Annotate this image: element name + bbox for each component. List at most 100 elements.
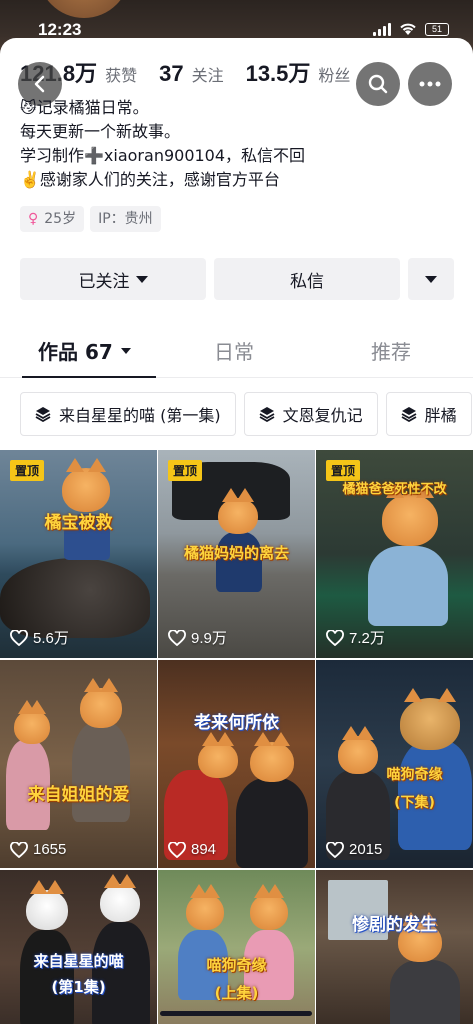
collection-label: 来自星星的喵 (第一集) [59,406,221,425]
collection-stack-icon [35,407,51,422]
video-thumbnail[interactable]: 来自星星的喵 (第1集) [0,870,157,1024]
like-count-text: 2015 [349,841,383,858]
like-count-text: 7.2万 [349,630,385,647]
like-count: 9.9万 [168,627,227,648]
signal-icon [373,22,391,36]
heart-icon [10,841,28,858]
cat-head-shape [80,678,122,728]
tab-works-label: 作品 67 [38,340,113,364]
video-caption: 惨剧的发生 [352,915,437,935]
video-thumbnail[interactable]: 喵狗奇缘 (上集) [158,870,315,1024]
status-time: 12:23 [38,20,82,39]
dog-head-shape [400,688,460,750]
cat-head-shape [198,732,238,778]
video-thumbnail[interactable]: 置顶 橘宝被救 5.6万 [0,450,157,658]
wifi-icon [400,23,416,35]
back-icon [34,75,45,93]
video-caption: 来自星星的喵 [33,952,124,970]
heart-icon [168,629,186,646]
tab-underline [22,376,156,378]
likes-label[interactable]: 获赞 [105,62,137,86]
like-count: 2015 [326,841,382,858]
content-tabs: 作品 67 日常 推荐 [0,322,473,378]
profile-bio: 😼记录橘猫日常。 每天更新一个新故事。 学习制作➕xiaoran900104，私… [20,96,460,192]
tab-works[interactable]: 作品 67 [38,336,131,365]
video-grid: 置顶 橘宝被救 5.6万 置顶 橘猫妈妈的离去 9.9万 置顶 橘猫爸爸死性不改… [0,450,473,1024]
collection-label: 文恩复仇记 [282,406,363,425]
collection-chip[interactable]: 胖橘 [385,392,472,436]
video-caption: 橘猫妈妈的离去 [183,544,289,562]
more-icon [419,81,441,87]
age-tag: ♀ 25岁 [20,206,85,232]
cat-body-shape [368,546,448,626]
video-thumbnail[interactable]: 置顶 橘猫爸爸死性不改 7.2万 [316,450,473,658]
pinned-badge: 置顶 [10,460,45,481]
video-thumbnail[interactable]: 置顶 橘猫妈妈的离去 9.9万 [158,450,315,658]
caret-down-icon [425,275,437,283]
video-caption: 来自姐姐的爱 [27,785,130,805]
collection-stack-icon [401,407,417,422]
following-label[interactable]: 关注 [192,62,224,86]
ip-tag: IP：贵州 [90,206,161,232]
collection-label: 胖橘 [424,406,457,425]
cat-head-shape [250,884,288,930]
followers-count[interactable]: 13.5万 [246,56,311,88]
more-options-button[interactable] [408,258,454,300]
cat-head-shape [26,880,68,930]
collection-chips: 来自星星的喵 (第一集) 文恩复仇记 胖橘 [20,392,473,436]
message-button[interactable]: 私信 [214,258,400,300]
cat-head-shape [100,874,140,922]
cover-image [38,0,130,18]
collection-chip[interactable]: 文恩复仇记 [243,392,378,436]
video-thumbnail[interactable]: 老来何所依 894 [158,660,315,868]
bio-line: 学习制作➕xiaoran900104，私信不回 [20,146,306,165]
video-caption: 老来何所依 [194,713,279,733]
female-icon: ♀ [28,211,39,227]
collection-stack-icon [259,407,275,422]
video-thumbnail[interactable]: 来自姐姐的爱 1655 [0,660,157,868]
following-count[interactable]: 37 [159,61,183,87]
video-caption: 喵狗奇缘 [206,956,267,974]
like-count: 894 [168,841,216,858]
message-label: 私信 [290,271,324,292]
like-count: 5.6万 [10,627,69,648]
like-count: 7.2万 [326,627,385,648]
video-caption: 橘宝被救 [44,513,113,533]
video-caption: 橘猫爸爸死性不改 [342,482,447,497]
cat-body-shape [236,778,308,868]
video-caption-part: (第1集) [51,978,106,996]
pinned-badge: 置顶 [168,460,203,481]
like-count-text: 1655 [33,841,67,858]
heart-icon [326,629,344,646]
bio-line: 😼记录橘猫日常。 [20,98,149,117]
battery-icon: 51 [425,22,449,36]
video-caption-part: (上集) [214,984,259,1002]
search-icon [368,74,388,94]
bio-line: 每天更新一个新故事。 [20,122,181,141]
cat-body-shape [390,960,460,1024]
cat-head-shape [62,458,110,512]
caret-down-icon [120,347,131,354]
cat-head-shape [218,488,258,534]
like-count-text: 9.9万 [191,630,227,647]
followed-button[interactable]: 已关注 [20,258,206,300]
caret-down-icon [135,275,148,283]
cat-head-shape [186,884,224,930]
collection-chip[interactable]: 来自星星的喵 (第一集) [20,392,236,436]
tab-recommend[interactable]: 推荐 [371,336,411,365]
cat-body-shape [72,722,130,822]
profile-stats: 121.8万 获赞 37 关注 13.5万 粉丝 [20,56,364,88]
profile-actions: 已关注 私信 [20,258,454,300]
video-thumbnail[interactable]: 惨剧的发生 [316,870,473,1024]
followers-label[interactable]: 粉丝 [318,62,350,86]
tab-daily[interactable]: 日常 [214,336,254,365]
cat-head-shape [382,484,438,546]
like-count-text: 5.6万 [33,630,69,647]
heart-icon [10,629,28,646]
like-count-text: 894 [191,841,217,858]
video-thumbnail[interactable]: 喵狗奇缘 (下集) 2015 [316,660,473,868]
heart-icon [326,841,344,858]
bio-line: ✌️感谢家人们的关注，感谢官方平台 [20,170,280,189]
video-caption-part: (下集) [394,795,435,811]
cat-head-shape [14,700,50,744]
